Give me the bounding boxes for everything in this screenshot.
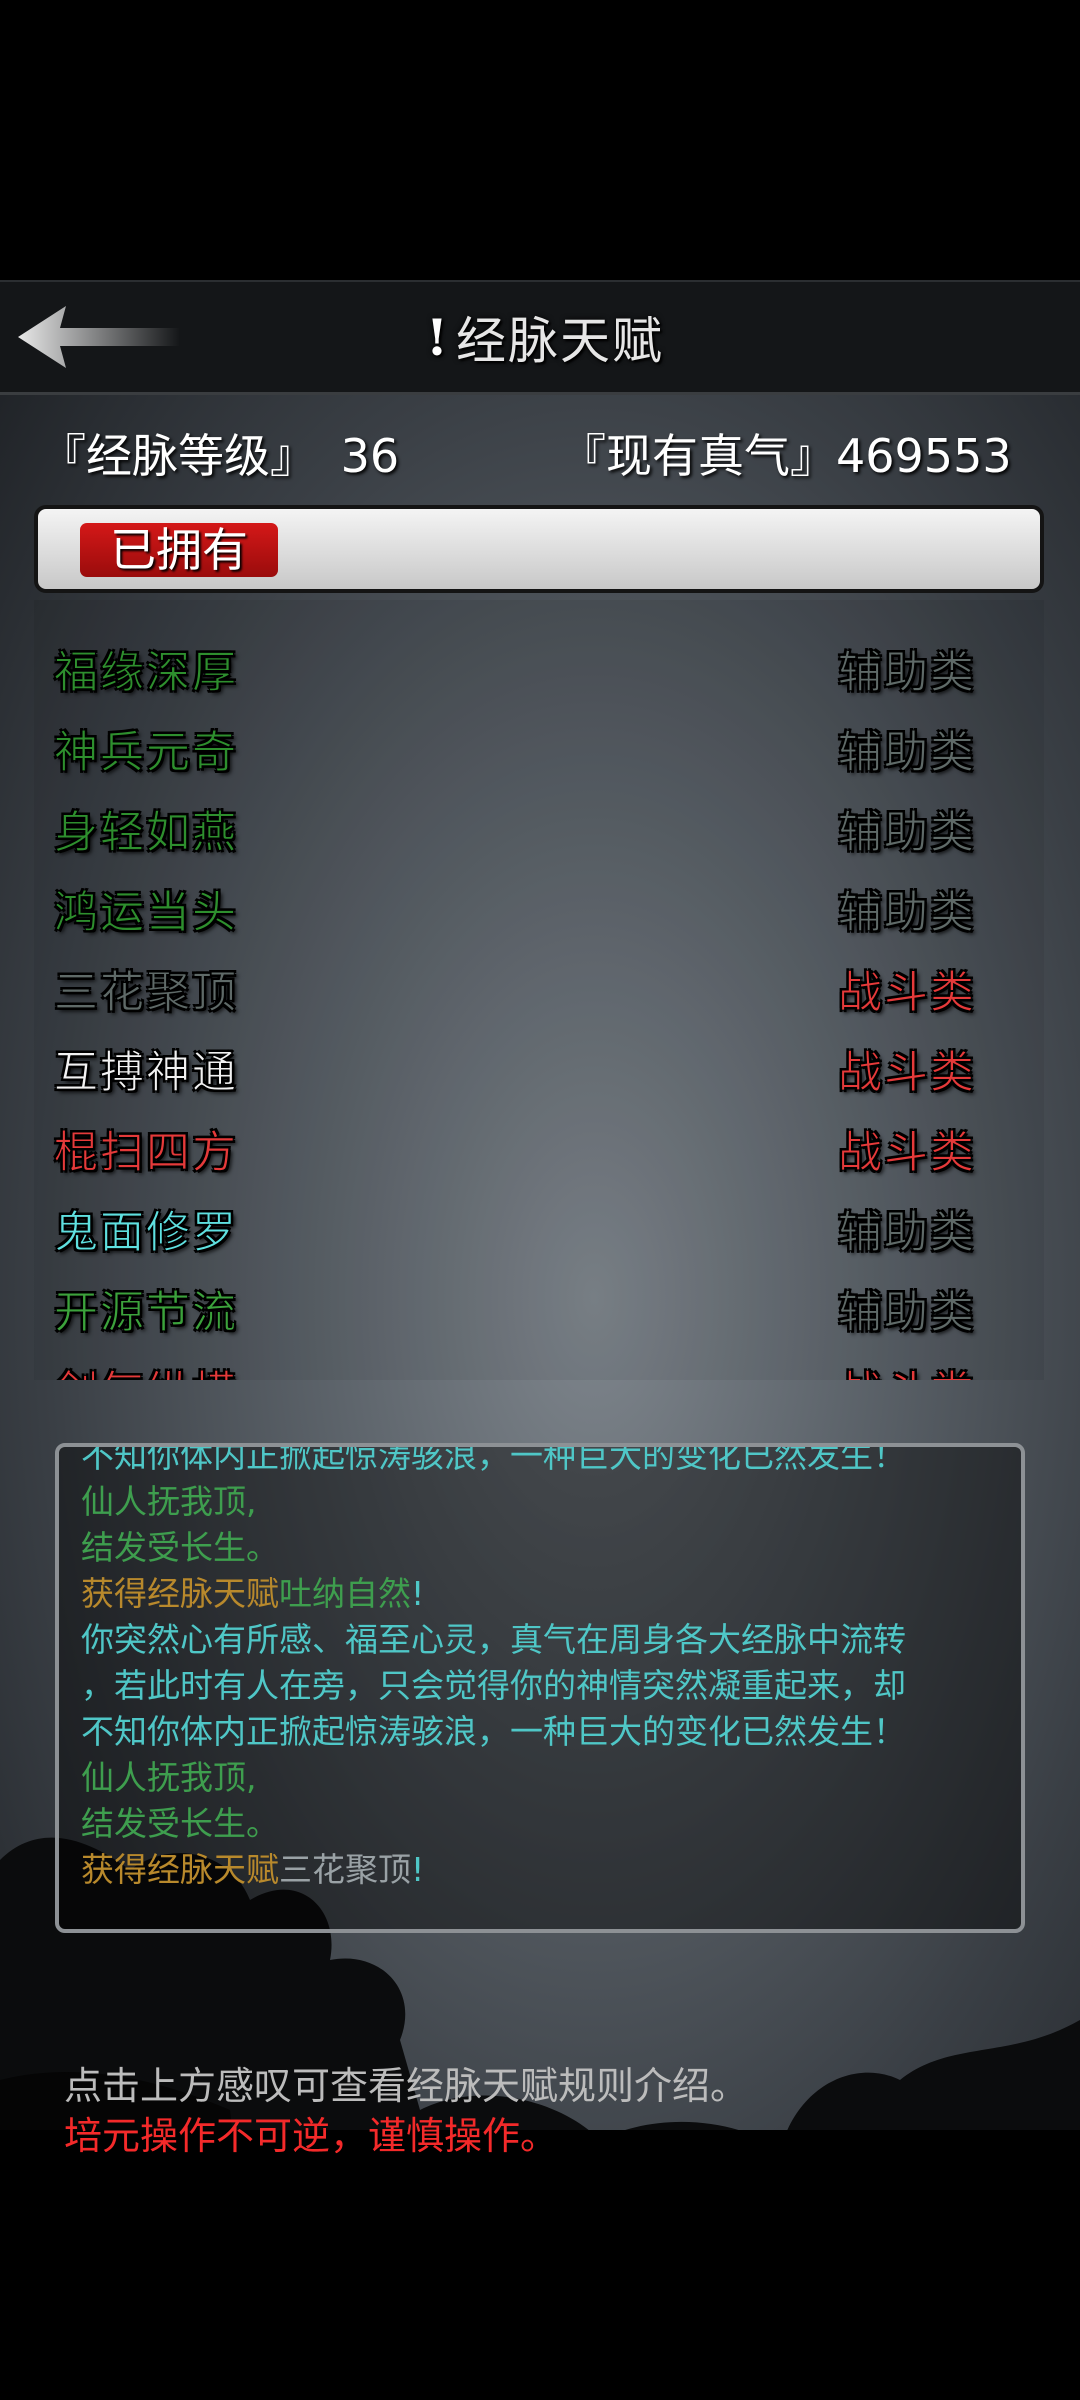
talent-category: 战斗类 (838, 1127, 976, 1179)
log-line: 不知你体内正掀起惊涛骇浪，一种巨大的变化已然发生！ (81, 1443, 906, 1475)
info-icon[interactable]: ! (426, 308, 450, 367)
log-text: ! (411, 1574, 425, 1613)
log-line: 结发受长生。 (81, 1528, 279, 1567)
talent-name: 三花聚顶 (54, 967, 238, 1019)
talent-row[interactable]: 鬼面修罗 辅助类 (34, 1190, 1044, 1270)
talent-name: 鸿运当头 (54, 887, 238, 939)
log-line: 不知你体内正掀起惊涛骇浪，一种巨大的变化已然发生！ (81, 1712, 906, 1751)
log-text: 获得经脉天赋 (81, 1850, 279, 1889)
talent-row[interactable]: 剑气纵横 战斗类 (34, 1350, 1044, 1381)
talent-name: 鬼面修罗 (54, 1207, 238, 1259)
log-line: 仙人抚我顶, (81, 1758, 257, 1797)
log-line: 获得经脉天赋吐纳自然! (81, 1571, 424, 1617)
talent-category: 辅助类 (838, 807, 976, 859)
talent-list[interactable]: 福缘深厚 辅助类 神兵元奇 辅助类 身轻如燕 辅助类 鸿运当头 辅助类 三花聚顶… (34, 600, 1044, 1380)
talent-row[interactable]: 互搏神通 战斗类 (34, 1030, 1044, 1110)
tab-bar: 已拥有 (34, 505, 1044, 593)
talent-category: 战斗类 (838, 1047, 976, 1099)
talent-name: 福缘深厚 (54, 647, 238, 699)
talent-category: 辅助类 (838, 727, 976, 779)
talent-row[interactable]: 神兵元奇 辅助类 (34, 710, 1044, 790)
talent-name: 互搏神通 (54, 1047, 238, 1099)
meridian-level: 『经脉等级』 36 (40, 420, 399, 490)
talent-name: 开源节流 (54, 1287, 238, 1339)
talent-row[interactable]: 棍扫四方 战斗类 (34, 1110, 1044, 1190)
log-talent-name: 三花聚顶 (279, 1850, 411, 1889)
current-qi: 『现有真气』469553 (560, 420, 1012, 490)
log-line: 仙人抚我顶, (81, 1482, 257, 1521)
log-line: ，若此时有人在旁，只会觉得你的神情突然凝重起来，却 (81, 1666, 906, 1705)
talent-category: 战斗类 (838, 967, 976, 1019)
log-line: 结发受长生。 (81, 1804, 279, 1843)
tab-owned[interactable]: 已拥有 (80, 523, 278, 577)
talent-name: 身轻如燕 (54, 807, 238, 859)
log-talent-name: 吐纳自然 (279, 1574, 411, 1613)
log-line: 获得经脉天赋三花聚顶! (81, 1847, 424, 1893)
log-line: 你突然心有所感、福至心灵，真气在周身各大经脉中流转 (81, 1620, 906, 1659)
title-text: 经脉天赋 (455, 312, 664, 370)
meridian-level-value: 36 (340, 429, 400, 483)
page-title: ! 经脉天赋 (380, 304, 710, 371)
talent-category: 辅助类 (838, 647, 976, 699)
irreversible-warning: 培元操作不可逆，谨慎操作。 (64, 2114, 559, 2158)
talent-name: 神兵元奇 (54, 727, 238, 779)
talent-name: 剑气纵横 (54, 1356, 238, 1381)
top-bar: ! 经脉天赋 (0, 280, 1080, 395)
meridian-level-label: 『经脉等级』 (40, 429, 316, 483)
talent-name: 棍扫四方 (54, 1127, 238, 1179)
talent-category: 辅助类 (838, 887, 976, 939)
current-qi-value: 469553 (836, 429, 1012, 483)
back-arrow-icon[interactable] (14, 302, 184, 372)
talent-row[interactable]: 三花聚顶 战斗类 (34, 950, 1044, 1030)
talent-row[interactable]: 身轻如燕 辅助类 (34, 790, 1044, 870)
talent-row[interactable]: 鸿运当头 辅助类 (34, 870, 1044, 950)
talent-row[interactable]: 福缘深厚 辅助类 (34, 630, 1044, 710)
rules-hint: 点击上方感叹可查看经脉天赋规则介绍。 (64, 2064, 749, 2108)
log-text: ! (411, 1850, 425, 1889)
event-log[interactable]: 不知你体内正掀起惊涛骇浪，一种巨大的变化已然发生！ 仙人抚我顶, 结发受长生。 … (55, 1443, 1025, 1933)
talent-category: 辅助类 (838, 1287, 976, 1339)
talent-category: 辅助类 (838, 1207, 976, 1259)
log-text: 获得经脉天赋 (81, 1574, 279, 1613)
talent-category: 战斗类 (838, 1356, 976, 1381)
talent-row[interactable]: 开源节流 辅助类 (34, 1270, 1044, 1350)
current-qi-label: 『现有真气』 (560, 429, 836, 483)
